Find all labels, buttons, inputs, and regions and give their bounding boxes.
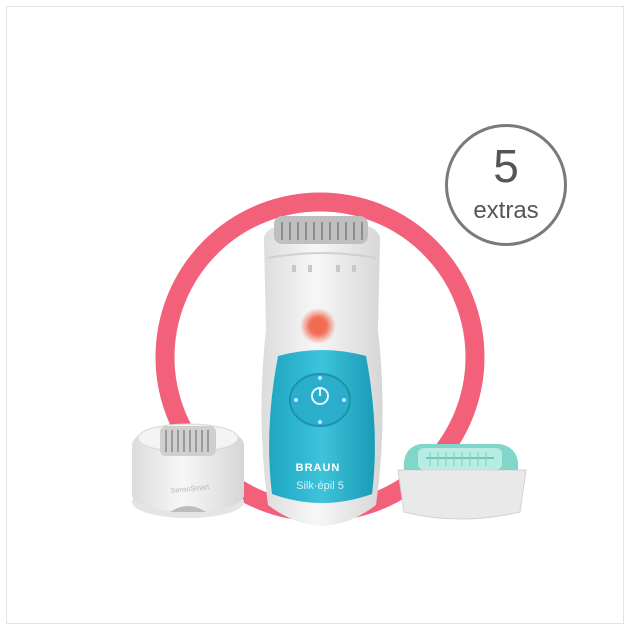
shaver-head-cap xyxy=(397,444,527,520)
epilator-head-cap xyxy=(132,423,244,518)
product-illustration xyxy=(132,192,527,526)
model-name: Silk·épil 5 xyxy=(296,480,344,492)
extras-label: extras xyxy=(473,197,539,224)
extras-badge: 5 extras xyxy=(445,124,567,246)
power-button[interactable] xyxy=(289,373,351,427)
brand-logo: BRAUN xyxy=(295,462,341,474)
extras-count: 5 xyxy=(493,140,519,192)
